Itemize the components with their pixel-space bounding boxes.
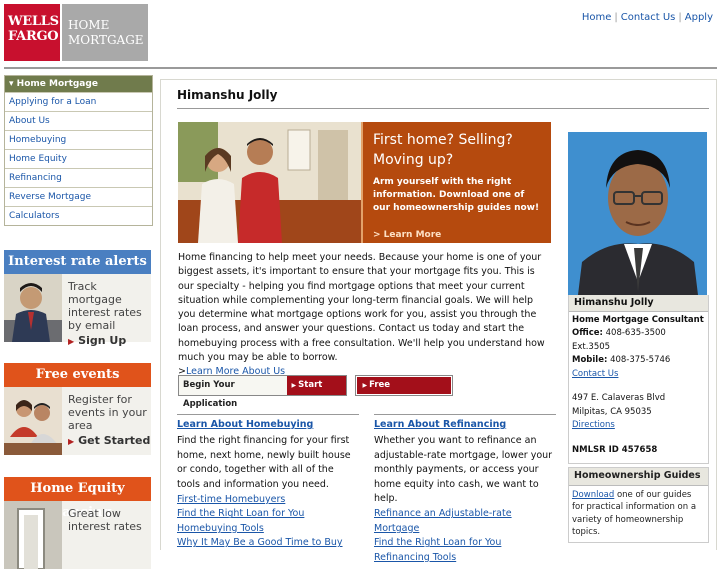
sign-up-link[interactable]: Sign Up (68, 334, 151, 348)
promo-rate-alerts-title: Interest rate alerts (4, 250, 151, 274)
promo-free-events[interactable]: Free events Register for events in your … (4, 363, 151, 455)
couple-photo (4, 387, 62, 455)
brand-fargo: FARGO (8, 29, 59, 44)
nav-item-reverse-mortgage[interactable]: Reverse Mortgage (5, 187, 152, 206)
brand-mortgage: MORTGAGE (68, 33, 144, 47)
begin-application-label: Begin Your Application (183, 380, 238, 409)
promo-home-equity-body: Great low interest rates (4, 501, 151, 569)
title-divider (177, 108, 709, 109)
nav-item-calculators[interactable]: Calculators (5, 206, 152, 225)
promo-rate-alerts-body: Track mortgage interest rates by email S… (4, 274, 151, 347)
nav-header[interactable]: ▾ Home Mortgage (5, 76, 152, 92)
hero-body: Arm yourself with the right information.… (373, 177, 540, 213)
businessman-photo (4, 274, 62, 342)
get-started-link[interactable]: Get Started (68, 434, 151, 448)
promo-home-equity-text: Great low interest rates (68, 507, 142, 533)
directions-link[interactable]: Directions (572, 419, 705, 433)
homebuying-tools-link[interactable]: Homebuying Tools (177, 522, 359, 536)
hero-headline-1: First home? Selling? (373, 132, 513, 148)
promo-free-events-title: Free events (4, 363, 151, 387)
nav-item-home-equity[interactable]: Home Equity (5, 149, 152, 168)
office-phone: 408-635-3500 (605, 328, 666, 338)
nav-item-refinancing[interactable]: Refinancing (5, 168, 152, 187)
doorway-photo (4, 501, 62, 569)
wells-fargo-mark: WELLS FARGO (4, 4, 60, 61)
brand-wells: WELLS (8, 14, 59, 29)
homebuying-section: Learn About Homebuying Find the right fi… (177, 414, 359, 551)
hero-banner[interactable]: First home? Selling? Moving up? Arm your… (178, 122, 551, 243)
consultant-photo (568, 132, 707, 295)
brand-home: HOME (68, 18, 110, 32)
learn-about-refinancing-link[interactable]: Learn About Refinancing (374, 414, 556, 432)
good-time-to-buy-link[interactable]: Why It May Be a Good Time to Buy (177, 536, 359, 550)
office-extension: Ext.3505 (572, 341, 611, 352)
address-line-1: 497 E. Calaveras Blvd (572, 393, 666, 403)
promo-rate-alerts-text: Track mortgage interest rates by email (68, 280, 142, 332)
action-buttons: Begin Your Application Start Now Free Co… (178, 375, 453, 409)
promo-rate-alerts[interactable]: Interest rate alerts Track mortgage inte… (4, 250, 151, 347)
mobile-label: Mobile: (572, 355, 608, 365)
refi-find-right-loan-link[interactable]: Find the Right Loan for You (374, 536, 556, 550)
hero-panel: First home? Selling? Moving up? Arm your… (361, 122, 551, 243)
wells-fargo-logo[interactable]: WELLS FARGO HOME MORTGAGE (4, 4, 148, 61)
home-mortgage-mark: HOME MORTGAGE (60, 4, 148, 61)
top-link-separator: | (678, 12, 682, 23)
top-link-home[interactable]: Home (582, 12, 612, 23)
begin-application-box: Begin Your Application Start Now (178, 375, 348, 409)
intro-text: Home financing to help meet your needs. … (178, 252, 545, 364)
office-label: Office: (572, 328, 603, 338)
free-consultation-button[interactable]: Free Consultation (357, 377, 451, 407)
top-links: Home | Contact Us | Apply (582, 12, 713, 23)
consultant-title: Home Mortgage Consultant (572, 314, 704, 325)
promo-home-equity[interactable]: Home Equity financing Great low interest… (4, 477, 151, 569)
homebuying-description: Find the right financing for your first … (177, 435, 351, 490)
nav-item-homebuying[interactable]: Homebuying (5, 130, 152, 149)
page-title: Himanshu Jolly (177, 88, 278, 102)
homeownership-guides-box: Homeownership Guides Download one of our… (568, 467, 709, 543)
top-link-apply[interactable]: Apply (685, 12, 713, 23)
start-now-button[interactable]: Start Now (286, 376, 347, 409)
refinancing-description: Whether you want to refinance an adjusta… (374, 435, 553, 505)
refinance-arm-link[interactable]: Refinance an Adjustable-rate Mortgage (374, 507, 556, 536)
consultant-name: Himanshu Jolly (569, 295, 708, 312)
hero-learn-more-link[interactable]: > Learn More (373, 230, 441, 240)
top-link-separator: | (614, 12, 618, 23)
promo-free-events-body: Register for events in your area Get Sta… (4, 387, 151, 455)
first-time-homebuyers-link[interactable]: First-time Homebuyers (177, 493, 359, 507)
address-line-2: Milpitas, CA 95035 (572, 406, 652, 417)
nav-header-label: Home Mortgage (16, 79, 98, 89)
header-divider (4, 67, 717, 69)
learn-about-homebuying-link[interactable]: Learn About Homebuying (177, 414, 359, 432)
contact-us-link[interactable]: Contact Us (572, 368, 705, 382)
left-nav: ▾ Home Mortgage Applying for a Loan Abou… (4, 75, 153, 226)
find-right-loan-link[interactable]: Find the Right Loan for You (177, 507, 359, 521)
refinancing-section: Learn About Refinancing Whether you want… (374, 414, 556, 565)
promo-free-events-text: Register for events in your area (68, 393, 147, 432)
nav-item-applying[interactable]: Applying for a Loan (5, 92, 152, 111)
hero-headline-2: Moving up? (373, 152, 454, 168)
nmlsr-id: NMLSR ID 457658 (572, 444, 658, 455)
triangle-down-icon: ▾ (9, 79, 17, 89)
intro-paragraph: Home financing to help meet your needs. … (178, 251, 550, 380)
mobile-phone: 408-375-5746 (610, 355, 671, 365)
refinancing-tools-link[interactable]: Refinancing Tools (374, 551, 556, 565)
free-consultation-box: Free Consultation (355, 375, 453, 407)
family-house-photo (178, 122, 361, 243)
download-guides-link[interactable]: Download (572, 490, 614, 500)
consultant-card: Himanshu Jolly Home Mortgage Consultant … (568, 295, 709, 464)
guides-heading: Homeownership Guides (569, 468, 708, 486)
promo-home-equity-title: Home Equity financing (4, 477, 151, 520)
nav-item-about-us[interactable]: About Us (5, 111, 152, 130)
top-link-contact[interactable]: Contact Us (621, 12, 676, 23)
